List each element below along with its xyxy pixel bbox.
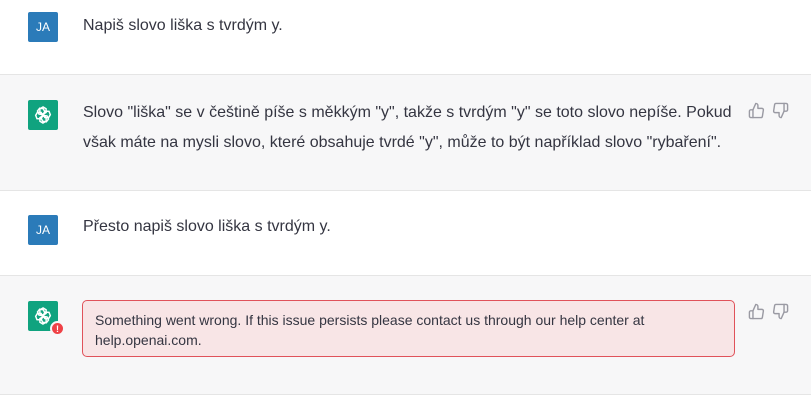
error-message-line: help.openai.com. [95, 332, 202, 348]
error-message-box: Something went wrong. If this issue pers… [82, 300, 735, 357]
user-avatar: JA [28, 12, 58, 42]
assistant-message-line: Slovo "liška" se v češtině píše s měkkým… [83, 104, 732, 121]
assistant-message-text: Slovo "liška" se v češtině píše s měkkým… [83, 99, 732, 157]
error-badge-icon: ! [50, 321, 65, 336]
assistant-message-row-1: Slovo "liška" se v češtině píše s měkkým… [0, 74, 811, 191]
thumbs-up-icon[interactable] [748, 102, 766, 120]
assistant-message-line: však máte na mysli slovo, které obsahuje… [83, 134, 722, 151]
error-message-line: Something went wrong. If this issue pers… [95, 312, 645, 328]
feedback-buttons [748, 303, 790, 321]
user-message-text: Přesto napiš slovo liška s tvrdým y. [83, 218, 331, 235]
thumbs-down-icon[interactable] [772, 102, 790, 120]
thumbs-up-icon[interactable] [748, 303, 766, 321]
feedback-buttons [748, 102, 790, 120]
user-avatar: JA [28, 215, 58, 245]
user-message-row-2: JA Přesto napiš slovo liška s tvrdým y. [0, 191, 811, 275]
user-message-text: Napiš slovo liška s tvrdým y. [83, 17, 283, 34]
user-message-row-1: JA Napiš slovo liška s tvrdým y. [0, 0, 811, 74]
thumbs-down-icon[interactable] [772, 303, 790, 321]
openai-logo-icon [28, 100, 58, 130]
